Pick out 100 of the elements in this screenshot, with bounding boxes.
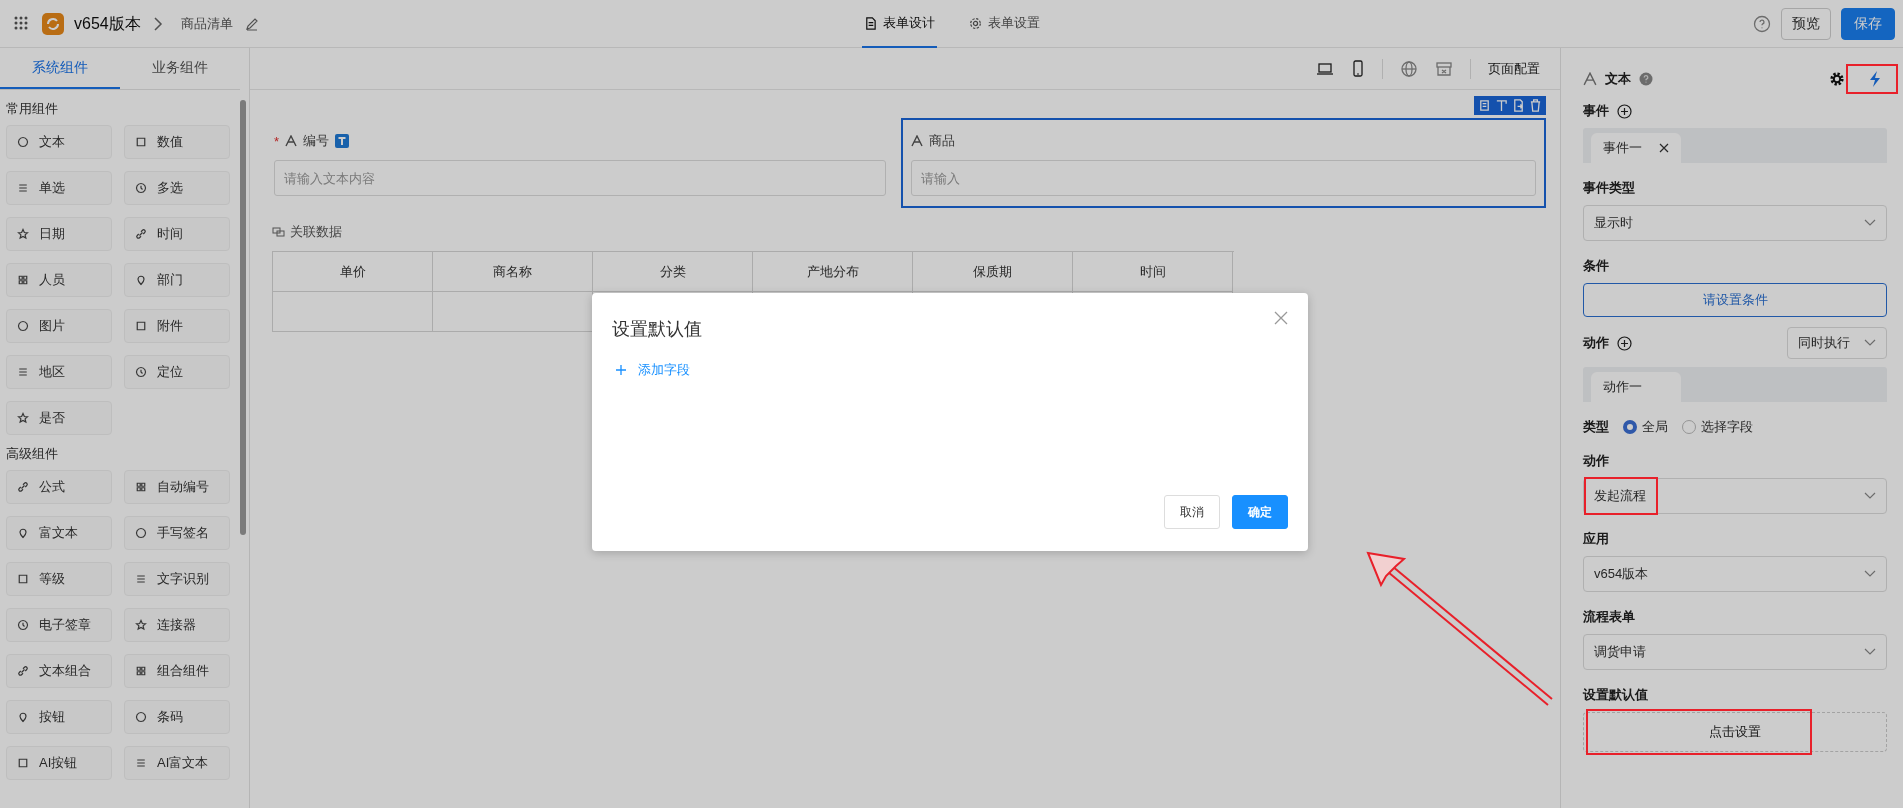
copy-icon[interactable] — [1478, 99, 1491, 112]
section-title: 常用组件 — [5, 100, 59, 118]
scrollbar-thumb[interactable] — [240, 100, 246, 535]
preview-button[interactable]: 预览 — [1781, 8, 1831, 40]
component-item[interactable]: 等级 — [6, 562, 112, 596]
set-condition-button[interactable]: 请设置条件 — [1583, 283, 1887, 317]
section-label: 应用 — [1583, 530, 1610, 548]
save-button[interactable]: 保存 — [1841, 8, 1895, 40]
sidebar-tab[interactable]: 系统组件 — [0, 48, 120, 89]
select-field[interactable]: 同时执行 — [1787, 327, 1887, 359]
component-item[interactable]: AI按钮 — [6, 746, 112, 780]
column-header: 商名称 — [433, 252, 593, 292]
click-to-set-button[interactable]: 点击设置 — [1583, 712, 1887, 752]
text-type-icon — [911, 135, 923, 147]
close-icon[interactable] — [1659, 143, 1669, 153]
app-name: v654版本 — [74, 13, 141, 34]
page-config-button[interactable]: 页面配置 — [1488, 59, 1540, 78]
section-label: 动作 — [1583, 334, 1609, 352]
select-field[interactable]: v654版本 — [1583, 556, 1887, 592]
phone-icon[interactable] — [1351, 59, 1365, 78]
chevron-down-icon — [1864, 570, 1876, 578]
text-input-field[interactable]: 请输入 — [911, 160, 1536, 196]
radio-button[interactable] — [1682, 420, 1696, 434]
star-icon — [17, 412, 29, 424]
radio-option[interactable]: 全局 — [1623, 418, 1668, 436]
cancel-button[interactable]: 取消 — [1164, 495, 1220, 529]
edit-icon[interactable] — [244, 17, 259, 31]
component-item[interactable]: 连接器 — [124, 608, 230, 642]
laptop-icon[interactable] — [1316, 60, 1334, 77]
text-input-field[interactable]: 请输入文本内容 — [274, 160, 886, 196]
select-field[interactable]: 显示时 — [1583, 205, 1887, 241]
help-icon[interactable] — [1639, 72, 1653, 86]
event-tab[interactable]: 事件一 — [1591, 133, 1681, 163]
add-circle-icon[interactable] — [1617, 103, 1632, 119]
list-icon — [17, 366, 29, 378]
page-name: 商品清单 — [180, 15, 233, 33]
component-item[interactable]: 条码 — [124, 700, 230, 734]
header-tab[interactable]: 表单设置 — [966, 0, 1042, 48]
help-icon[interactable] — [1753, 15, 1771, 33]
text-type-icon — [285, 135, 298, 147]
select-field[interactable]: 发起流程 — [1583, 478, 1887, 514]
component-item[interactable]: 多选 — [124, 171, 230, 205]
form-field-card[interactable]: * 编号 请输入文本内容 — [272, 118, 888, 208]
archive-icon[interactable] — [1435, 59, 1453, 78]
component-item[interactable]: 定位 — [124, 355, 230, 389]
component-item[interactable]: 文本组合 — [6, 654, 112, 688]
globe-icon[interactable] — [1400, 59, 1418, 78]
component-item[interactable]: 电子签章 — [6, 608, 112, 642]
column-header: 单价 — [273, 252, 433, 292]
settings-icon[interactable] — [1829, 71, 1845, 87]
clock-icon — [135, 366, 147, 378]
component-item[interactable]: 人员 — [6, 263, 112, 297]
clock-icon — [135, 182, 147, 194]
select-field[interactable]: 调货申请 — [1583, 634, 1887, 670]
panel-title: 文本 — [1605, 70, 1631, 88]
link-icon — [135, 228, 147, 240]
component-item[interactable]: 地区 — [6, 355, 112, 389]
component-item[interactable]: 自动编号 — [124, 470, 230, 504]
component-item[interactable]: 公式 — [6, 470, 112, 504]
component-item[interactable]: 富文本 — [6, 516, 112, 550]
component-item[interactable]: 单选 — [6, 171, 112, 205]
component-item[interactable]: 文本 — [6, 125, 112, 159]
text-type-icon — [1583, 72, 1597, 86]
component-item[interactable]: AI富文本 — [124, 746, 230, 780]
link-icon — [17, 481, 29, 493]
app-logo-icon — [42, 13, 64, 35]
component-item[interactable]: 文字识别 — [124, 562, 230, 596]
chevron-down-icon — [1864, 339, 1876, 347]
delete-icon[interactable] — [1529, 99, 1542, 112]
radio-button[interactable] — [1623, 420, 1637, 434]
component-item[interactable]: 手写签名 — [124, 516, 230, 550]
square-icon — [17, 573, 29, 585]
pin-icon — [135, 274, 147, 286]
annotation-box — [1846, 64, 1898, 94]
add-circle-icon[interactable] — [1617, 335, 1632, 351]
component-item[interactable]: 附件 — [124, 309, 230, 343]
text-icon[interactable] — [1495, 99, 1508, 112]
apps-grid-icon[interactable] — [14, 16, 30, 32]
component-item[interactable]: 组合组件 — [124, 654, 230, 688]
square-icon — [135, 320, 147, 332]
grid-icon — [135, 481, 147, 493]
link-data-icon — [272, 226, 285, 238]
radio-option[interactable]: 选择字段 — [1682, 418, 1753, 436]
component-item[interactable]: 图片 — [6, 309, 112, 343]
sidebar-tab[interactable]: 业务组件 — [120, 48, 240, 89]
star-icon — [135, 619, 147, 631]
lightning-icon[interactable] — [1867, 70, 1883, 88]
section-label: 事件类型 — [1583, 179, 1636, 197]
list-icon — [17, 182, 29, 194]
export-icon[interactable] — [1512, 99, 1525, 112]
component-item[interactable]: 时间 — [124, 217, 230, 251]
component-item[interactable]: 日期 — [6, 217, 112, 251]
component-item[interactable]: 按钮 — [6, 700, 112, 734]
component-item[interactable]: 部门 — [124, 263, 230, 297]
component-item[interactable]: 数值 — [124, 125, 230, 159]
pin-icon — [17, 711, 29, 723]
square-icon — [135, 136, 147, 148]
pin-icon — [17, 527, 29, 539]
action-tab[interactable]: 动作一 — [1591, 372, 1681, 402]
component-item[interactable]: 是否 — [6, 401, 112, 435]
